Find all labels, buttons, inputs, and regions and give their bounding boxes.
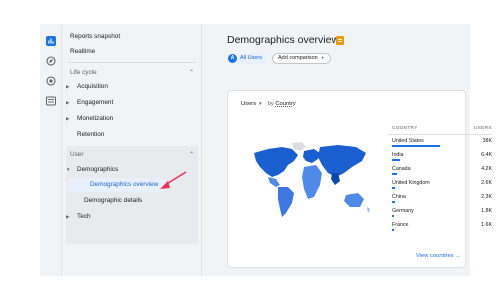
nav-tech[interactable]: ▶ Tech: [62, 210, 202, 224]
country-table: COUNTRY USERS United States 38K India 6.4K C…: [388, 123, 492, 233]
segment-chip-all-users[interactable]: A All Users: [227, 53, 268, 64]
users-cell: 2.6K: [481, 180, 492, 186]
nav-realtime[interactable]: Realtime: [62, 45, 202, 59]
nav-acquisition[interactable]: ▶ Acquisition: [62, 80, 202, 94]
section-life-cycle[interactable]: Life cycle ⌃: [62, 66, 202, 80]
country-cell: Germany: [392, 208, 414, 214]
country-cell: China: [392, 194, 406, 200]
share-bar: [392, 215, 395, 217]
card-header: Users ▼ by Country: [241, 101, 296, 107]
report-info-icon[interactable]: [336, 36, 344, 45]
col-country: COUNTRY: [392, 126, 418, 131]
nav-engagement[interactable]: ▶ Engagement: [62, 96, 202, 110]
users-cell: 2.3K: [481, 194, 492, 200]
map-africa: [302, 165, 322, 199]
table-row[interactable]: Canada 4.2K: [388, 163, 492, 177]
main-content: Demographics overview A All Users Add co…: [203, 24, 492, 276]
users-cell: 1.8K: [481, 208, 492, 214]
col-users: USERS: [473, 126, 492, 131]
plus-icon: +: [320, 55, 325, 62]
map-south-america: [278, 187, 294, 217]
country-cell: United States: [392, 138, 424, 144]
table-row[interactable]: China 2.3K: [388, 191, 492, 205]
icon-rail: [40, 24, 62, 276]
nav-demographic-details[interactable]: Demographic details: [62, 194, 202, 208]
chevron-up-icon: ⌃: [188, 70, 194, 76]
advertising-icon[interactable]: [44, 74, 58, 88]
table-row[interactable]: France 1.6K: [388, 219, 492, 233]
map-new-zealand: [367, 207, 370, 213]
caret-down-icon: ▼: [66, 167, 71, 172]
map-australia: [344, 193, 364, 207]
nav-demographics-overview[interactable]: Demographics overview: [68, 178, 166, 192]
users-cell: 4.2K: [481, 166, 492, 172]
country-cell: India: [392, 152, 404, 158]
users-cell: 6.4K: [481, 152, 492, 158]
view-countries-link[interactable]: View countries →: [416, 253, 461, 259]
nav-reports-snapshot[interactable]: Reports snapshot: [62, 30, 202, 44]
map-north-america: [254, 147, 298, 177]
share-bar: [392, 145, 440, 147]
caret-right-icon: ▶: [66, 116, 70, 121]
users-by-country-card: Users ▼ by Country COUNTRY USERS United …: [227, 90, 492, 268]
reports-icon[interactable]: [44, 34, 58, 48]
analytics-app: Reports snapshot Realtime Life cycle ⌃ ▶…: [40, 24, 492, 276]
explore-icon[interactable]: [44, 54, 58, 68]
map-mexico: [268, 177, 280, 187]
share-bar: [392, 187, 396, 189]
table-row[interactable]: India 6.4K: [388, 149, 492, 163]
share-bar: [392, 201, 395, 203]
dimension-selector[interactable]: Country: [275, 101, 295, 107]
add-comparison-button[interactable]: Add comparison +: [272, 53, 331, 64]
caret-right-icon: ▶: [66, 100, 70, 105]
page-title: Demographics overview: [227, 34, 340, 46]
dropdown-arrow-icon[interactable]: ▼: [258, 101, 262, 106]
metric-selector[interactable]: Users: [241, 101, 256, 107]
divider: [68, 62, 196, 63]
country-cell: France: [392, 222, 409, 228]
nav-monetization[interactable]: ▶ Monetization: [62, 112, 202, 126]
users-cell: 38K: [482, 138, 492, 144]
caret-right-icon: ▶: [66, 214, 70, 219]
chevron-up-icon: ⌃: [188, 152, 194, 158]
reports-nav: Reports snapshot Realtime Life cycle ⌃ ▶…: [62, 24, 202, 276]
table-row[interactable]: United Kingdom 2.6K: [388, 177, 492, 191]
arrow-right-icon: →: [455, 253, 461, 259]
share-bar: [392, 229, 395, 231]
segment-badge: A: [228, 54, 237, 63]
world-map[interactable]: [248, 139, 373, 221]
list-icon[interactable]: [44, 94, 58, 108]
caret-right-icon: ▶: [66, 84, 70, 89]
country-cell: Canada: [392, 166, 411, 172]
table-header: COUNTRY USERS: [388, 123, 492, 135]
share-bar: [392, 159, 401, 161]
country-cell: United Kingdom: [392, 180, 430, 186]
map-greenland: [292, 142, 306, 151]
map-asia: [318, 145, 366, 177]
share-bar: [392, 173, 398, 175]
table-row[interactable]: United States 38K: [388, 135, 492, 149]
nav-retention[interactable]: Retention: [62, 128, 202, 142]
table-row[interactable]: Germany 1.8K: [388, 205, 492, 219]
users-cell: 1.6K: [481, 222, 492, 228]
annotation-arrow: [160, 171, 187, 189]
map-europe: [303, 149, 320, 163]
section-user[interactable]: User ⌃: [62, 148, 202, 162]
